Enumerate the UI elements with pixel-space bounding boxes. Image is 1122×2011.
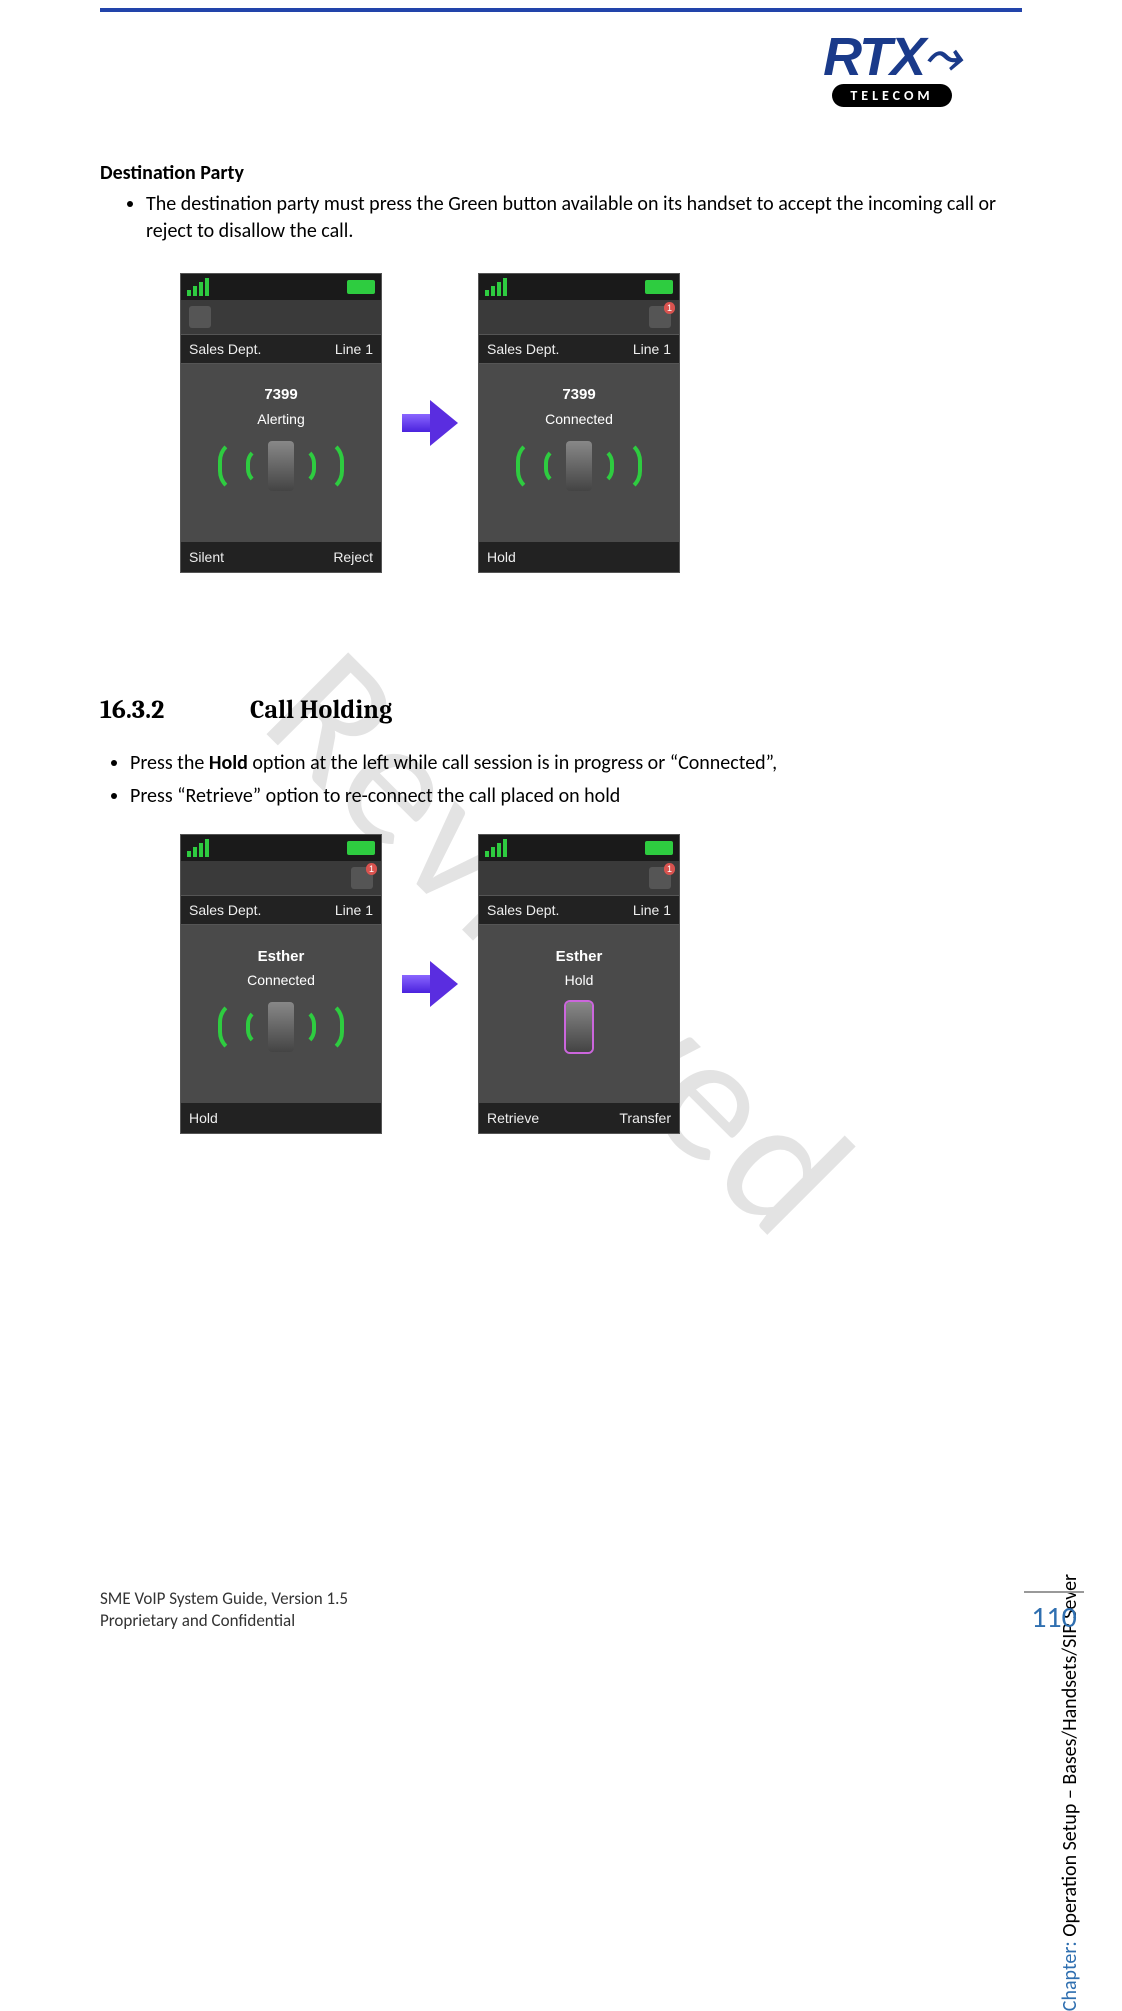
line-label: Line 1	[335, 340, 373, 359]
battery-icon	[645, 280, 673, 294]
status-bar	[479, 274, 679, 300]
line-label: Line 1	[633, 901, 671, 920]
battery-icon	[645, 841, 673, 855]
softkey-bar: Retrieve Transfer	[479, 1103, 679, 1133]
handset-screen-alerting: Sales Dept. Line 1 7399 Alerting Silent …	[180, 273, 382, 573]
list-item: Press “Retrieve” option to re-connect th…	[130, 783, 1022, 810]
status-bar	[181, 274, 381, 300]
call-body: Esther Hold	[479, 925, 679, 1075]
screenshot-row-1: Sales Dept. Line 1 7399 Alerting Silent …	[180, 273, 1022, 573]
logo-swoosh-icon: ⤳	[924, 29, 961, 85]
text: Press the	[130, 751, 209, 775]
softkey-left[interactable]: Hold	[189, 1109, 218, 1128]
list-item: The destination party must press the Gre…	[146, 191, 1022, 245]
signal-icon	[485, 278, 507, 296]
page-content: Destination Party The destination party …	[100, 160, 1022, 1134]
status-icon	[189, 306, 211, 328]
chapter-side-label: Chapter: Operation Setup – Bases/Handset…	[1058, 1574, 1082, 2011]
hold-keyword: Hold	[209, 751, 248, 775]
handset-screen-hold-esther: Sales Dept. Line 1 Esther Hold Retrieve …	[478, 834, 680, 1134]
status-icon	[351, 867, 373, 889]
section-title: Call Holding	[250, 695, 392, 725]
signal-icon	[187, 278, 209, 296]
line-label: Line 1	[335, 901, 373, 920]
arrow-right-icon	[402, 961, 458, 1007]
arrow-right-icon	[402, 400, 458, 446]
section-number: 16.3.2	[100, 693, 250, 728]
call-state: Hold	[565, 971, 594, 990]
call-body: 7399 Connected	[479, 364, 679, 514]
section-heading-destination: Destination Party	[100, 160, 1022, 187]
section-heading-call-holding: 16.3.2Call Holding	[100, 693, 1022, 728]
handset-icon	[268, 1002, 294, 1052]
handset-screen-connected: Sales Dept. Line 1 7399 Connected Hold	[478, 273, 680, 573]
ringing-icon	[218, 439, 344, 493]
text: option at the left while call session is…	[248, 751, 777, 775]
softkey-left[interactable]: Retrieve	[487, 1109, 539, 1128]
bullet-list-1: The destination party must press the Gre…	[100, 191, 1022, 245]
caller-id: Esther	[258, 947, 305, 967]
title-bar: Sales Dept. Line 1	[181, 895, 381, 925]
call-body: 7399 Alerting	[181, 364, 381, 514]
softkey-bar: Hold	[479, 542, 679, 572]
status-icon	[649, 306, 671, 328]
softkey-right[interactable]: Transfer	[619, 1109, 671, 1128]
title-bar: Sales Dept. Line 1	[479, 895, 679, 925]
softkey-left[interactable]: Hold	[487, 548, 516, 567]
footer-line-1: SME VoIP System Guide, Version 1.5	[100, 1588, 348, 1610]
title-bar: Sales Dept. Line 1	[181, 334, 381, 364]
softkey-right[interactable]: Reject	[333, 548, 373, 567]
status-bar	[181, 835, 381, 861]
handset-icon	[566, 1002, 592, 1052]
active-call-icon	[218, 1000, 344, 1054]
softkey-left[interactable]: Silent	[189, 548, 224, 567]
battery-icon	[347, 280, 375, 294]
hold-icon	[516, 1000, 642, 1054]
handset-icon	[268, 441, 294, 491]
logo-text: RTX	[823, 26, 924, 88]
caller-id: Esther	[556, 947, 603, 967]
chapter-prefix: Chapter:	[1058, 1937, 1082, 2011]
battery-icon	[347, 841, 375, 855]
line-label: Line 1	[633, 340, 671, 359]
brand-logo: RTX ⤳ TELECOM	[762, 26, 1022, 106]
screenshot-row-2: Sales Dept. Line 1 Esther Connected Hold	[180, 834, 1022, 1134]
bullet-list-2: Press the Hold option at the left while …	[100, 750, 1022, 810]
active-call-icon	[516, 439, 642, 493]
dept-label: Sales Dept.	[487, 901, 559, 920]
softkey-bar: Silent Reject	[181, 542, 381, 572]
caller-id: 7399	[562, 385, 595, 405]
call-state: Connected	[545, 410, 613, 429]
page-number: 110	[1024, 1591, 1084, 1636]
status-icon	[649, 867, 671, 889]
logo-subtext: TELECOM	[832, 84, 951, 107]
dept-label: Sales Dept.	[189, 340, 261, 359]
handset-icon	[566, 441, 592, 491]
title-bar: Sales Dept. Line 1	[479, 334, 679, 364]
list-item: Press the Hold option at the left while …	[130, 750, 1022, 777]
header-rule	[100, 8, 1022, 12]
icon-bar	[479, 300, 679, 334]
softkey-bar: Hold	[181, 1103, 381, 1133]
footer-line-2: Proprietary and Confidential	[100, 1610, 348, 1632]
icon-bar	[181, 300, 381, 334]
handset-screen-connected-esther: Sales Dept. Line 1 Esther Connected Hold	[180, 834, 382, 1134]
dept-label: Sales Dept.	[487, 340, 559, 359]
call-body: Esther Connected	[181, 925, 381, 1075]
call-state: Connected	[247, 971, 315, 990]
footer-text: SME VoIP System Guide, Version 1.5 Propr…	[100, 1588, 348, 1632]
icon-bar	[181, 861, 381, 895]
signal-icon	[485, 839, 507, 857]
caller-id: 7399	[264, 385, 297, 405]
status-bar	[479, 835, 679, 861]
call-state: Alerting	[257, 410, 304, 429]
signal-icon	[187, 839, 209, 857]
icon-bar	[479, 861, 679, 895]
dept-label: Sales Dept.	[189, 901, 261, 920]
